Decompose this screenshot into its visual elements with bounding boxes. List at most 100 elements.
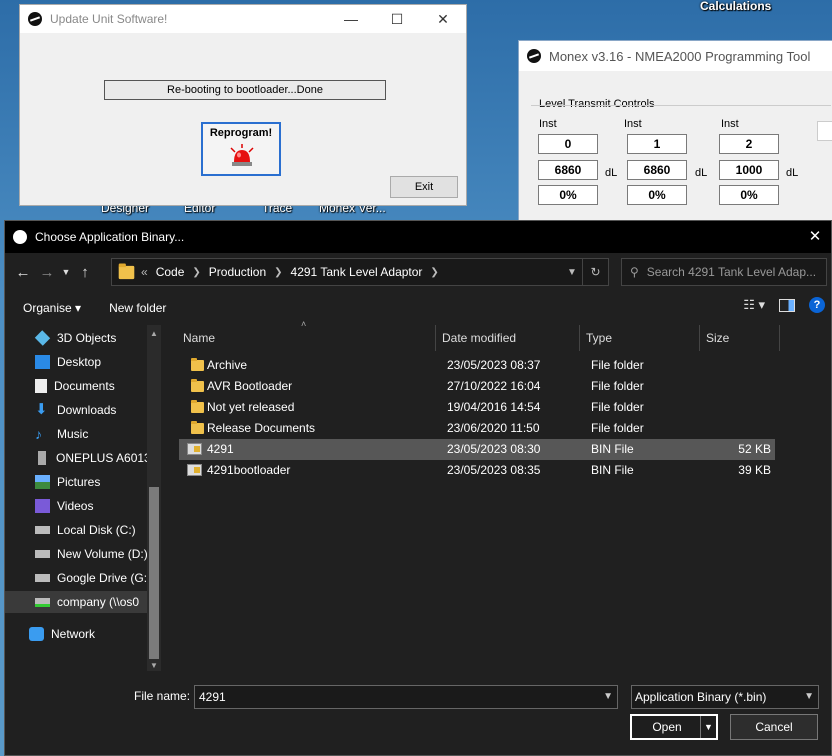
close-button[interactable]: ✕ xyxy=(420,5,466,33)
nav-item-label: Pictures xyxy=(57,475,101,489)
search-icon: ⚲ xyxy=(630,265,639,279)
nav-item-downloads[interactable]: ⬇ Downloads xyxy=(5,399,147,421)
file-row-selected[interactable]: 4291 23/05/2023 08:30 BIN File 52 KB xyxy=(179,439,775,460)
chevron-right-icon: ❯ xyxy=(274,266,283,278)
file-row[interactable]: Release Documents 23/06/2020 11:50 File … xyxy=(179,418,775,439)
phone-icon xyxy=(38,451,46,465)
nav-item-local-disk[interactable]: Local Disk (C:) xyxy=(5,519,147,541)
search-input[interactable]: ⚲ Search 4291 Tank Level Adap... xyxy=(621,258,827,286)
file-row[interactable]: AVR Bootloader 27/10/2022 16:04 File fol… xyxy=(179,376,775,397)
chevron-down-icon[interactable]: ▼ xyxy=(804,686,814,708)
drive-icon xyxy=(35,526,50,534)
help-icon[interactable]: ? xyxy=(809,297,825,313)
file-size: 39 KB xyxy=(738,463,771,477)
up-arrow-icon[interactable]: ↑ xyxy=(73,260,97,284)
nav-item-phone[interactable]: ONEPLUS A6013 xyxy=(5,447,147,469)
address-bar[interactable]: « Code ❯ Production ❯ 4291 Tank Level Ad… xyxy=(111,258,609,286)
dialog-titlebar[interactable]: Choose Application Binary... xyxy=(5,221,831,253)
level-field-0[interactable]: 6860 xyxy=(538,160,598,180)
nav-item-google-drive[interactable]: Google Drive (G:) xyxy=(5,567,147,589)
filename-input[interactable]: 4291 ▼ xyxy=(194,685,618,709)
inst-field-2[interactable]: 2 xyxy=(719,134,779,154)
reprogram-button[interactable]: Reprogram! xyxy=(201,122,281,176)
update-window: Update Unit Software! — ☐ ✕ Re-booting t… xyxy=(19,4,467,206)
view-options-icon[interactable]: ☷ ▾ xyxy=(743,297,765,313)
file-date: 23/05/2023 08:37 xyxy=(447,358,541,372)
inst-field-0[interactable]: 0 xyxy=(538,134,598,154)
nav-item-3d-objects[interactable]: 3D Objects xyxy=(5,327,147,349)
file-row[interactable]: Archive 23/05/2023 08:37 File folder xyxy=(179,355,775,376)
nav-item-music[interactable]: ♪ Music xyxy=(5,423,147,445)
file-type: BIN File xyxy=(591,442,634,456)
filetype-select[interactable]: Application Binary (*.bin) ▼ xyxy=(631,685,819,709)
file-list: ˄ Name Date modified Type Size Archive 2… xyxy=(163,319,831,671)
documents-icon xyxy=(35,379,47,393)
inst-field-1[interactable]: 1 xyxy=(627,134,687,154)
nav-item-label: New Volume (D:) xyxy=(57,547,147,561)
file-type: File folder xyxy=(591,421,644,435)
level-field-1[interactable]: 6860 xyxy=(627,160,687,180)
maximize-button[interactable]: ☐ xyxy=(374,5,420,33)
update-titlebar[interactable]: Update Unit Software! — ☐ ✕ xyxy=(20,5,466,33)
update-title: Update Unit Software! xyxy=(50,12,168,26)
breadcrumb-item[interactable]: Code xyxy=(156,265,185,279)
breadcrumb-item[interactable]: 4291 Tank Level Adaptor xyxy=(291,265,423,279)
nav-item-new-volume[interactable]: New Volume (D:) xyxy=(5,543,147,565)
level-field-2[interactable]: 1000 xyxy=(719,160,779,180)
nav-item-videos[interactable]: Videos xyxy=(5,495,147,517)
nav-item-company[interactable]: company (\\os0 xyxy=(5,591,147,613)
nav-item-label: Desktop xyxy=(57,355,102,369)
download-icon: ⬇ xyxy=(35,401,48,418)
recent-dropdown-icon[interactable]: ▼ xyxy=(59,260,73,284)
filetype-value: Application Binary (*.bin) xyxy=(635,690,767,704)
file-name: 4291 xyxy=(207,442,234,456)
column-name[interactable]: Name xyxy=(177,325,436,351)
back-arrow-icon[interactable]: ← xyxy=(11,260,35,284)
scroll-up-icon[interactable]: ▲ xyxy=(147,327,161,341)
column-date[interactable]: Date modified xyxy=(436,325,580,351)
file-type: File folder xyxy=(591,379,644,393)
desktop-icon-label[interactable]: Calculations xyxy=(700,0,771,13)
file-row[interactable]: Not yet released 19/04/2016 14:54 File f… xyxy=(179,397,775,418)
side-panel xyxy=(817,121,832,141)
column-size[interactable]: Size xyxy=(700,325,780,351)
scroll-down-icon[interactable]: ▼ xyxy=(147,659,161,671)
desktop-icon xyxy=(35,355,50,369)
new-folder-button[interactable]: New folder xyxy=(99,301,176,315)
nav-item-label: 3D Objects xyxy=(57,331,117,345)
nav-item-label: Local Disk (C:) xyxy=(57,523,136,537)
dialog-close-button[interactable]: ✕ xyxy=(805,227,825,247)
videos-icon xyxy=(35,499,50,513)
column-type[interactable]: Type xyxy=(580,325,700,351)
nav-item-documents[interactable]: Documents xyxy=(5,375,147,397)
refresh-icon[interactable]: ↻ xyxy=(582,259,608,285)
monex-titlebar[interactable]: Monex v3.16 - NMEA2000 Programming Tool xyxy=(519,41,832,71)
dialog-logo-icon xyxy=(13,230,27,244)
chevron-down-icon[interactable]: ▼ xyxy=(603,686,613,708)
address-dropdown-icon[interactable]: ▼ xyxy=(564,259,580,285)
chevron-right-icon: ❯ xyxy=(430,266,439,278)
drive-icon xyxy=(35,574,50,582)
organise-menu[interactable]: Organise ▾ xyxy=(13,301,91,315)
breadcrumb-item[interactable]: Production xyxy=(209,265,266,279)
navigation-bar: ← → ▼ ↑ « Code ❯ Production ❯ 4291 Tank … xyxy=(5,255,831,289)
scroll-thumb[interactable] xyxy=(149,487,159,659)
forward-arrow-icon[interactable]: → xyxy=(35,260,59,284)
overflow-chevron-icon[interactable]: « xyxy=(141,265,148,279)
nav-item-pictures[interactable]: Pictures xyxy=(5,471,147,493)
siren-icon xyxy=(230,144,254,166)
network-drive-icon xyxy=(35,597,50,607)
nav-scrollbar[interactable]: ▲ ▼ xyxy=(147,325,161,671)
preview-pane-icon[interactable] xyxy=(779,298,795,312)
folder-icon xyxy=(191,358,204,371)
bin-file-icon xyxy=(187,443,202,455)
open-button[interactable]: Open ▼ xyxy=(630,714,718,740)
minimize-button[interactable]: — xyxy=(328,5,374,33)
nav-item-desktop[interactable]: Desktop xyxy=(5,351,147,373)
exit-button[interactable]: Exit xyxy=(390,176,458,198)
nav-item-label: Videos xyxy=(57,499,94,513)
open-dropdown-icon[interactable]: ▼ xyxy=(700,716,716,738)
file-row[interactable]: 4291bootloader 23/05/2023 08:35 BIN File… xyxy=(179,460,775,481)
cancel-button[interactable]: Cancel xyxy=(730,714,818,740)
nav-item-network[interactable]: Network xyxy=(5,623,147,645)
